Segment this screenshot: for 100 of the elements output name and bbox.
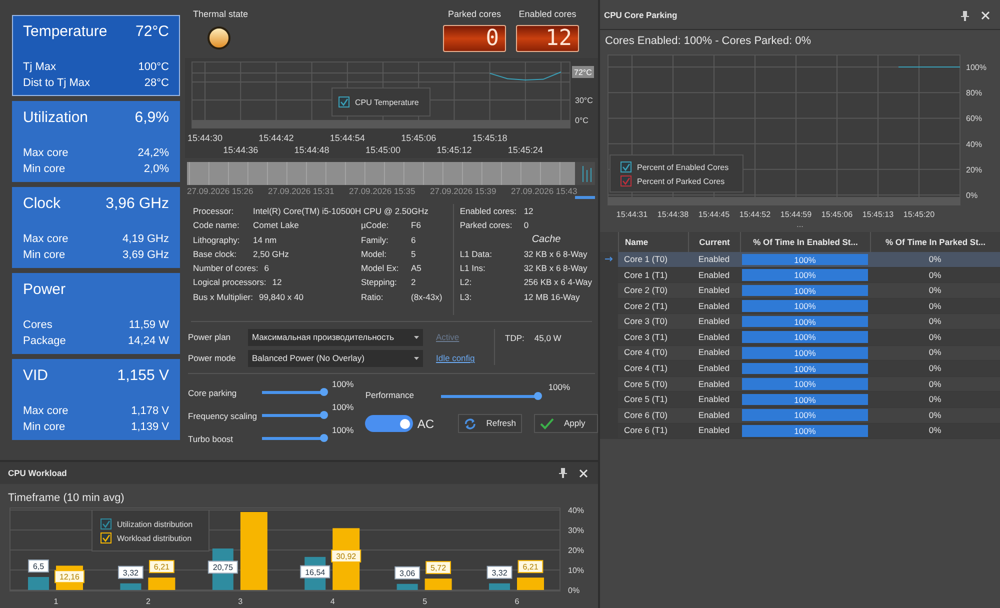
table-row[interactable]: Core 5 (T1) Enabled 100% 0% [600, 392, 1000, 408]
metric-tile[interactable]: Temperature 72°C Tj Max 100°C Dist to Tj Max 28°C [12, 15, 180, 96]
data-label: 6,21 [149, 560, 174, 574]
info-value: Comet Lake [253, 219, 299, 232]
table-cell-text: Enabled [697, 268, 731, 282]
tile-title: Utilization [23, 108, 88, 128]
info-value: 32 KB x 6 8-Way [524, 248, 588, 261]
apply-button[interactable]: Apply [534, 414, 598, 433]
legend-label: CPU Temperature [355, 98, 419, 107]
progress-label: 100% [793, 347, 817, 359]
splitter-grip[interactable]: ... [600, 222, 1000, 232]
table-row[interactable]: Core 1 (T0) Enabled 100% 0% [600, 252, 1000, 268]
metric-tile[interactable]: Utilization 6,9% Max core 24,2% Min core 2,0% [12, 101, 180, 182]
legend-label: Percent of Parked Cores [637, 177, 725, 186]
table-cell-text: Enabled [697, 252, 731, 266]
axis-label: 6 [514, 597, 520, 606]
tile-value: 3,96 GHz [106, 194, 169, 214]
legend-checkbox[interactable] [620, 176, 632, 186]
dropdown[interactable]: Максимальная производительность [248, 329, 423, 346]
info-value: 12 [272, 276, 282, 290]
table-cell-text: 0% [928, 362, 942, 375]
table-cell-text: Core 5 (T0) [623, 378, 668, 390]
tile-value: 2,0% [144, 162, 169, 176]
progress-label: 100% [793, 331, 817, 344]
table-cell-text: Enabled [697, 346, 731, 360]
tile-label: Tj Max [23, 60, 56, 74]
legend-label: Workload distribution [117, 534, 192, 543]
axis-label: 60% [966, 114, 982, 124]
axis-label: 20% [966, 165, 982, 174]
table-row[interactable]: Core 5 (T0) Enabled 100% 0% [600, 376, 1000, 392]
axis-label: 15:44:42 [258, 133, 294, 143]
refresh-button[interactable]: Refresh [458, 414, 522, 433]
table-cell-text: 0% [928, 330, 942, 344]
scroll-thumb[interactable] [575, 196, 595, 199]
chart-title: Timeframe (10 min avg) [7, 491, 126, 505]
table-cell-text: 0% [928, 252, 942, 266]
data-label: 3,32 [122, 568, 140, 578]
slider-label: Frequency scaling [188, 410, 258, 423]
table-row[interactable]: Core 3 (T1) Enabled 100% 0% [600, 330, 1000, 346]
metric-tile[interactable]: Power Cores 11,59 W Package 14,24 W [12, 273, 180, 354]
info-value: 0 [524, 219, 529, 232]
legend-checkbox[interactable] [100, 532, 112, 544]
tile-label: Max core [23, 404, 68, 418]
pin-icon[interactable] [559, 468, 567, 478]
data-label: 6,5 [28, 560, 49, 572]
legend-checkbox[interactable] [620, 162, 632, 172]
pin-icon[interactable] [961, 10, 969, 20]
progress-label: 100% [793, 300, 817, 312]
table-row[interactable]: Core 4 (T1) Enabled 100% 0% [600, 361, 1000, 377]
close-icon[interactable] [981, 11, 990, 20]
dropdown[interactable]: Balanced Power (No Overlay) [248, 350, 423, 367]
axis-label: 100% [966, 63, 986, 72]
axis-label: 2 [146, 597, 150, 606]
axis-label: 20% [568, 546, 584, 555]
tile-title: VID [23, 366, 48, 386]
axis-label: 1 [54, 597, 58, 606]
legend-label: Utilization distribution [117, 520, 193, 529]
table-row[interactable]: Core 2 (T0) Enabled 100% 0% [600, 283, 1000, 299]
axis-label: 15:44:54 [330, 133, 365, 143]
counter-label: Parked cores [448, 8, 502, 21]
table-row[interactable]: Core 3 (T0) Enabled 100% 0% [600, 314, 1000, 330]
info-label: Ratio: [361, 290, 384, 304]
info-value: 99,840 x 40 [259, 290, 304, 304]
tile-label: Dist to Tj Max [23, 76, 90, 90]
legend-checkbox[interactable] [100, 518, 112, 530]
info-value: 12 [524, 205, 534, 218]
table-row[interactable]: Core 1 (T1) Enabled 100% 0% [600, 268, 1000, 284]
table-cell-text: 0% [928, 284, 942, 297]
tile-value: 1,178 V [131, 404, 169, 418]
table-cell-text: Core 4 (T1) [623, 362, 668, 375]
table-cell-text: Core 5 (T1) [623, 393, 668, 406]
info-label: µCode: [361, 219, 390, 232]
info-label: Lithography: [193, 234, 241, 247]
info-label: Enabled cores: [460, 205, 518, 218]
data-label: 3,06 [394, 566, 420, 580]
table-cell-text: Enabled [697, 362, 731, 375]
axis-label: 15:44:36 [223, 145, 258, 155]
table-cell-text: 0% [928, 424, 942, 438]
idle-config-link[interactable]: Idle config [436, 352, 475, 365]
axis-label: 15:45:12 [436, 145, 472, 155]
info-value: Intel(R) Core(TM) i5-10500H CPU @ 2.50GHz [253, 205, 428, 218]
toggle-switch[interactable] [365, 415, 414, 432]
table-cell-text: 0% [928, 408, 942, 422]
table-row[interactable]: Core 6 (T1) Enabled 100% 0% [600, 424, 1000, 440]
chart-title: Cores Enabled: 100% - Cores Parked: 0% [604, 34, 812, 49]
table-row[interactable]: Core 4 (T0) Enabled 100% 0% [600, 346, 1000, 362]
bar [28, 577, 49, 590]
metric-tile[interactable]: VID 1,155 V Max core 1,178 V Min core 1,139 V [12, 359, 180, 440]
metric-tile[interactable]: Clock 3,96 GHz Max core 4,19 GHz Min core 3,69 GHz [12, 187, 180, 268]
data-label: 6,21 [522, 562, 539, 572]
slider-value: 100% [332, 424, 354, 437]
axis-label: 15:44:30 [187, 133, 223, 143]
axis-label: 15:45:18 [472, 133, 508, 143]
data-label: 3,32 [492, 568, 508, 578]
progress-label: 100% [793, 362, 817, 374]
close-icon[interactable] [579, 468, 588, 478]
axis-label: 30% [568, 526, 584, 535]
table-row[interactable]: Core 6 (T0) Enabled 100% 0% [600, 408, 1000, 424]
table-row[interactable]: Core 2 (T1) Enabled 100% 0% [600, 298, 1000, 314]
legend-checkbox[interactable] [338, 96, 350, 108]
